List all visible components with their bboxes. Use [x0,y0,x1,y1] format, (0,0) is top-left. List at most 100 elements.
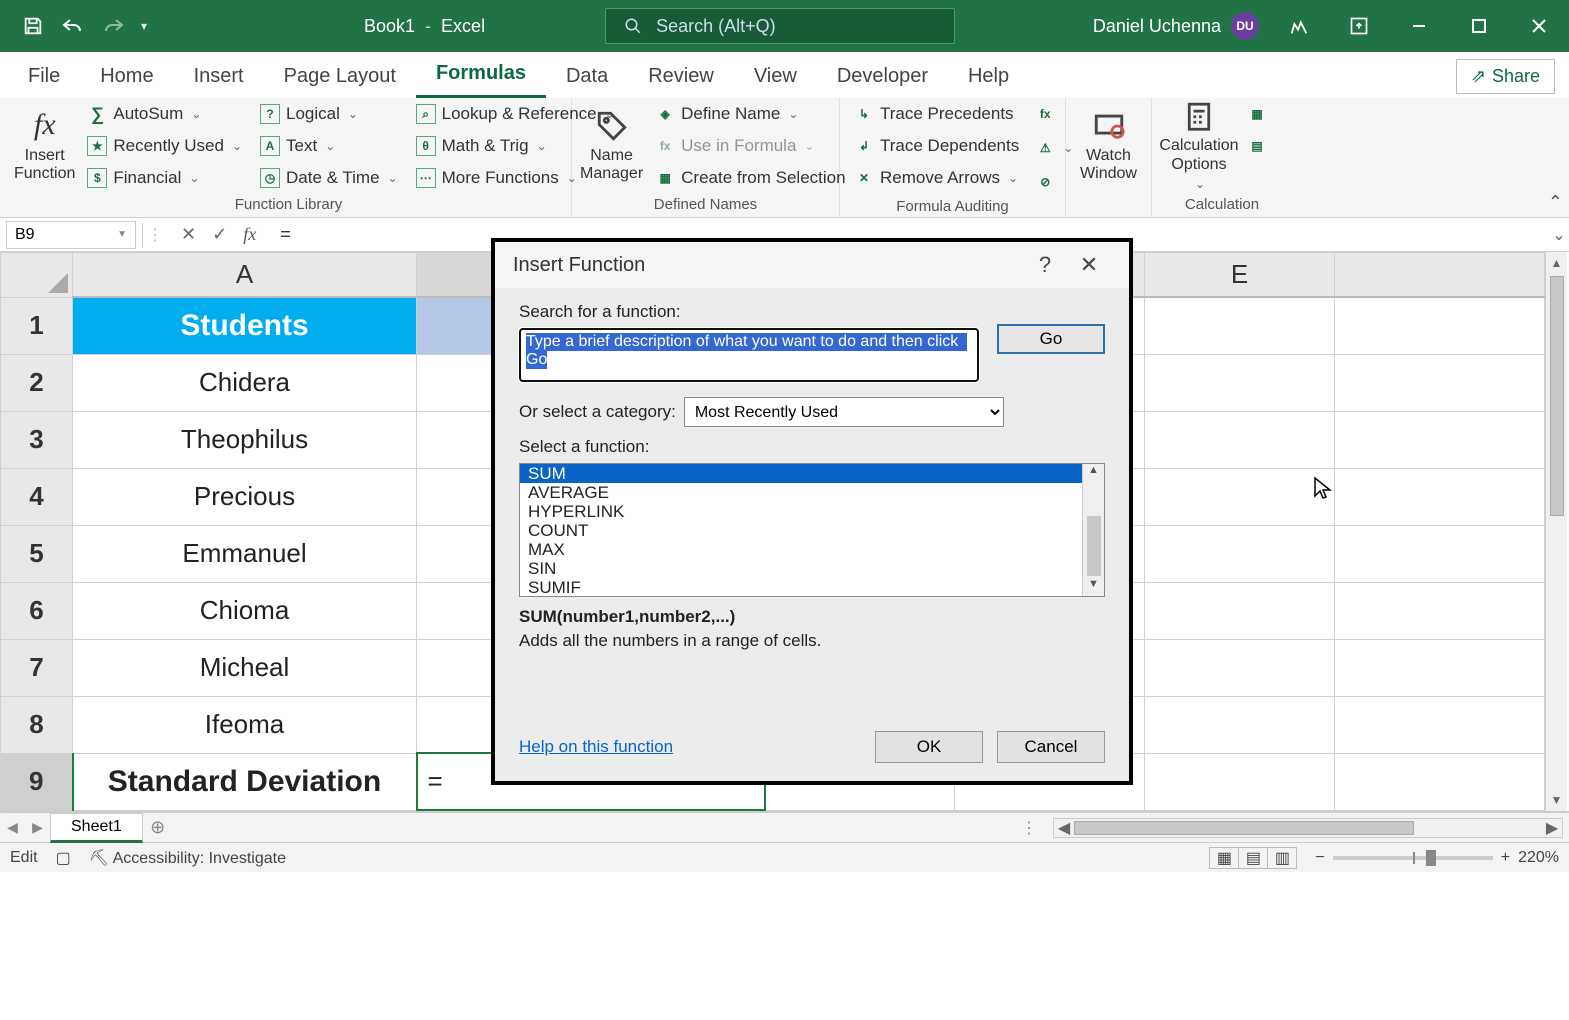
zoom-slider[interactable] [1333,856,1493,860]
enter-formula-icon[interactable]: ✓ [212,224,227,245]
text-button[interactable]: AText⌄ [254,132,404,160]
cancel-button[interactable]: Cancel [997,731,1105,763]
calculation-options-button[interactable]: Calculation Options⌄ [1160,100,1238,192]
row-header-4[interactable]: 4 [1,468,73,525]
row-header-7[interactable]: 7 [1,639,73,696]
list-item[interactable]: MAX [520,540,1082,559]
page-layout-view-icon[interactable]: ▤ [1238,847,1268,869]
row-header-2[interactable]: 2 [1,354,73,411]
collapse-ribbon-icon[interactable]: ⌃ [1548,192,1563,213]
normal-view-icon[interactable]: ▦ [1209,847,1239,869]
cell-a1[interactable]: Students [73,297,417,354]
list-item[interactable]: HYPERLINK [520,502,1082,521]
save-icon[interactable] [14,0,52,52]
share-button[interactable]: ⇗Share [1456,59,1555,94]
tab-formulas[interactable]: Formulas [416,52,546,98]
hscroll-thumb[interactable] [1074,821,1414,835]
scroll-down-icon[interactable]: ▼ [1546,789,1567,811]
name-box[interactable]: B9▼ [6,221,136,249]
tab-home[interactable]: Home [80,55,173,98]
ribbon-display-icon[interactable] [1329,0,1389,52]
tab-insert[interactable]: Insert [174,55,264,98]
tab-developer[interactable]: Developer [817,55,948,98]
trace-dependents-button[interactable]: ↲Trace Dependents [848,132,1025,160]
row-header-9[interactable]: 9 [1,753,73,810]
horizontal-scrollbar[interactable]: ◀ ▶ [1053,818,1563,838]
minimize-button[interactable] [1389,0,1449,52]
list-item[interactable]: SIN [520,559,1082,578]
zoom-out-icon[interactable]: − [1315,849,1324,867]
accessibility-status[interactable]: ⛏ Accessibility: Investigate [89,848,286,868]
insert-function-button[interactable]: fx Insert Function [14,100,75,192]
recently-used-button[interactable]: ★Recently Used⌄ [81,132,248,160]
search-function-input[interactable] [519,328,979,382]
go-button[interactable]: Go [997,324,1105,354]
user-account[interactable]: Daniel Uchenna DU [1093,12,1259,40]
list-item[interactable]: SUMIF [520,578,1082,596]
scroll-right-icon[interactable]: ▶ [1542,818,1562,838]
scroll-up-icon[interactable]: ▲ [1546,252,1567,274]
close-button[interactable] [1509,0,1569,52]
zoom-control[interactable]: − + 220% [1315,849,1559,867]
qat-customize-icon[interactable]: ▾ [134,0,154,52]
new-sheet-button[interactable]: ⊕ [143,817,173,838]
row-header-6[interactable]: 6 [1,582,73,639]
cell-a5[interactable]: Emmanuel [73,525,417,582]
list-item[interactable]: AVERAGE [520,483,1082,502]
scroll-left-icon[interactable]: ◀ [1054,818,1074,838]
use-in-formula-button[interactable]: fxUse in Formula⌄ [649,132,851,160]
view-buttons[interactable]: ▦▤▥ [1210,847,1297,869]
col-header-a[interactable]: A [73,253,417,298]
sheet-nav[interactable]: ◀▶ [0,819,50,836]
row-header-3[interactable]: 3 [1,411,73,468]
cell-a3[interactable]: Theophilus [73,411,417,468]
list-scrollbar[interactable]: ▲▼ [1082,464,1104,596]
select-all[interactable] [1,253,73,298]
calculate-now-button[interactable]: ▦ [1244,100,1270,128]
list-item[interactable]: COUNT [520,521,1082,540]
date-time-button[interactable]: ◷Date & Time⌄ [254,164,404,192]
category-select[interactable]: Most Recently Used [684,397,1004,427]
tab-review[interactable]: Review [628,55,734,98]
coming-soon-icon[interactable] [1269,0,1329,52]
tab-file[interactable]: File [8,55,80,98]
remove-arrows-button[interactable]: ✕Remove Arrows⌄ [848,164,1025,192]
tab-page-layout[interactable]: Page Layout [264,55,416,98]
scroll-thumb[interactable] [1550,276,1564,516]
trace-precedents-button[interactable]: ↳Trace Precedents [848,100,1025,128]
cell-a2[interactable]: Chidera [73,354,417,411]
zoom-in-icon[interactable]: + [1501,849,1510,867]
search-box[interactable]: Search (Alt+Q) [605,8,955,44]
name-manager-button[interactable]: Name Manager [580,100,643,192]
define-name-button[interactable]: ◈Define Name⌄ [649,100,851,128]
cell-a8[interactable]: Ifeoma [73,696,417,753]
help-link[interactable]: Help on this function [519,737,673,757]
sheet-tab-sheet1[interactable]: Sheet1 [50,813,143,843]
page-break-view-icon[interactable]: ▥ [1267,847,1297,869]
row-header-5[interactable]: 5 [1,525,73,582]
zoom-level[interactable]: 220% [1518,849,1559,867]
ok-button[interactable]: OK [875,731,983,763]
maximize-button[interactable] [1449,0,1509,52]
create-from-selection-button[interactable]: ▦Create from Selection [649,164,851,192]
calculate-sheet-button[interactable]: ▤ [1244,132,1270,160]
tab-data[interactable]: Data [546,55,628,98]
financial-button[interactable]: $Financial⌄ [81,164,248,192]
insert-function-icon[interactable]: fx [243,224,256,245]
row-header-8[interactable]: 8 [1,696,73,753]
macro-record-icon[interactable]: ▢ [56,848,71,868]
vertical-scrollbar[interactable]: ▲ ▼ [1545,252,1567,811]
tab-help[interactable]: Help [948,55,1029,98]
cancel-formula-icon[interactable]: ✕ [181,224,196,245]
redo-icon[interactable] [94,0,132,52]
col-header-e[interactable]: E [1145,253,1335,298]
dialog-help-button[interactable]: ? [1023,252,1067,278]
autosum-button[interactable]: ∑AutoSum⌄ [81,100,248,128]
logical-button[interactable]: ?Logical⌄ [254,100,404,128]
row-header-1[interactable]: 1 [1,297,73,354]
cell-a4[interactable]: Precious [73,468,417,525]
expand-formula-bar-icon[interactable]: ⌄ [1549,225,1569,245]
function-list[interactable]: SUM AVERAGE HYPERLINK COUNT MAX SIN SUMI… [520,464,1082,596]
list-item[interactable]: SUM [520,464,1082,483]
sheet-split-icon[interactable]: ⋮ [1021,818,1037,838]
